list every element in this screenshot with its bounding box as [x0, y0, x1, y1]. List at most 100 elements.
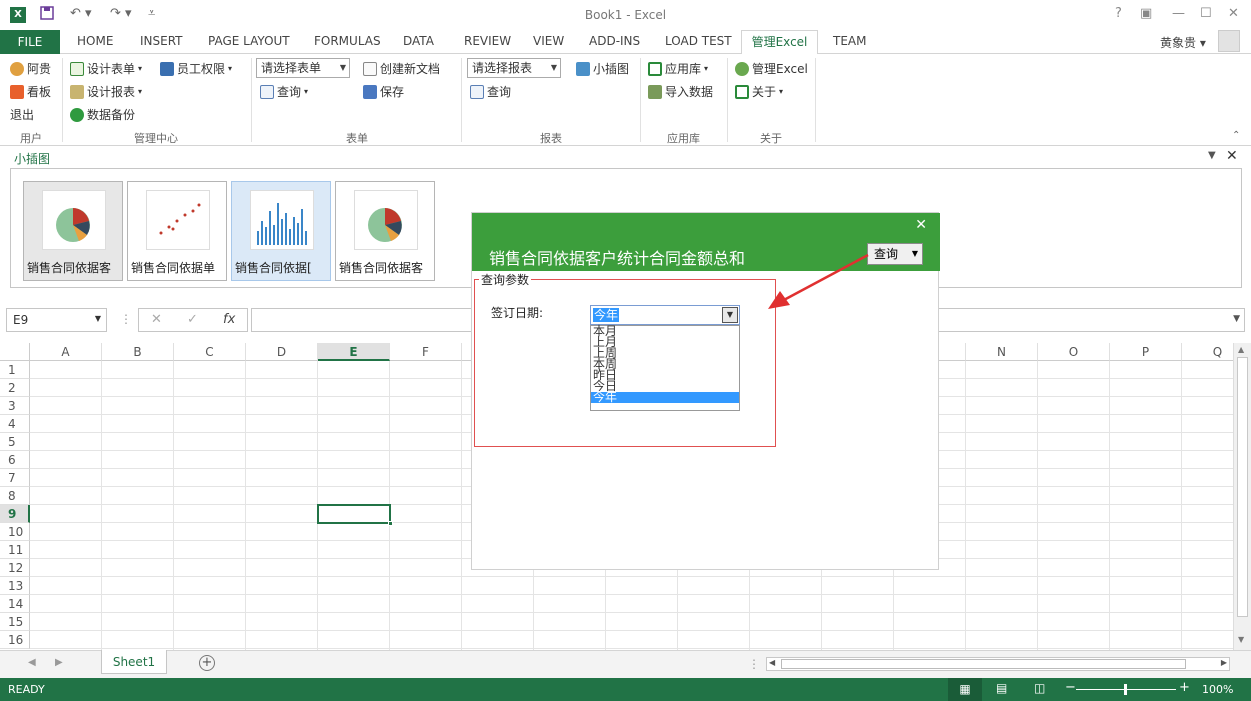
form-select[interactable]: 请选择表单 ▼	[256, 58, 350, 78]
row-header[interactable]: 16	[0, 631, 30, 649]
scroll-thumb[interactable]	[1237, 357, 1248, 617]
design-form-button[interactable]: 设计表单 ▾	[70, 60, 142, 77]
vertical-scrollbar[interactable]: ▲ ▼	[1233, 343, 1251, 650]
maximize-icon[interactable]: ☐	[1200, 6, 1212, 21]
zoom-slider-thumb[interactable]	[1124, 684, 1127, 695]
staff-permission-button[interactable]: 员工权限 ▾	[160, 60, 232, 77]
user-name[interactable]: 黄象贵 ▾	[1160, 34, 1206, 51]
column-header[interactable]: A	[30, 343, 102, 361]
tab-page-layout[interactable]: PAGE LAYOUT	[208, 34, 290, 48]
prev-sheet-icon[interactable]: ◀	[28, 657, 36, 668]
zoom-slider[interactable]	[1076, 684, 1176, 695]
close-icon[interactable]: ✕	[1228, 6, 1239, 21]
tab-formulas[interactable]: FORMULAS	[314, 34, 381, 48]
page-break-view-icon[interactable]: ◫	[1034, 681, 1045, 695]
new-document-button[interactable]: 创建新文档	[363, 60, 440, 77]
dropdown-arrow-icon[interactable]: ▼	[722, 307, 738, 323]
tab-load-test[interactable]: LOAD TEST	[665, 34, 732, 48]
column-header[interactable]: C	[174, 343, 246, 361]
row-header[interactable]: 1	[0, 361, 30, 379]
enter-icon[interactable]: ✓	[187, 312, 198, 327]
normal-view-icon[interactable]: ▦	[948, 678, 982, 701]
horizontal-scrollbar[interactable]: ◀ ▶	[766, 657, 1230, 671]
column-header[interactable]: O	[1038, 343, 1110, 361]
column-header[interactable]: F	[390, 343, 462, 361]
tab-insert[interactable]: INSERT	[140, 34, 183, 48]
user-agui-button[interactable]: 阿贵	[10, 60, 51, 77]
row-header[interactable]: 2	[0, 379, 30, 397]
sparkline-thumb[interactable]: 销售合同依据[	[231, 181, 331, 281]
sparkline-thumb[interactable]: 销售合同依据单	[127, 181, 227, 281]
task-pane-close-icon[interactable]: ✕	[1226, 148, 1238, 164]
insert-function-icon[interactable]: fx	[223, 312, 235, 327]
sign-date-select[interactable]: 今年 ▼	[590, 305, 740, 325]
logout-button[interactable]: 退出	[10, 106, 34, 123]
cancel-icon[interactable]: ✕	[151, 312, 162, 327]
tab-home[interactable]: HOME	[77, 34, 113, 48]
zoom-out-icon[interactable]: −	[1065, 680, 1076, 695]
tab-team[interactable]: TEAM	[833, 34, 866, 48]
form-query-button[interactable]: 查询 ▾	[260, 83, 308, 100]
tab-add-ins[interactable]: ADD-INS	[589, 34, 640, 48]
row-header[interactable]: 11	[0, 541, 30, 559]
row-header[interactable]: 12	[0, 559, 30, 577]
column-header[interactable]: N	[966, 343, 1038, 361]
collapse-ribbon-icon[interactable]: ⌃	[1232, 130, 1240, 141]
page-layout-view-icon[interactable]: ▤	[996, 681, 1007, 695]
date-option-selected[interactable]: 今年	[591, 391, 739, 403]
active-cell[interactable]	[317, 504, 393, 526]
row-header[interactable]: 10	[0, 523, 30, 541]
data-backup-button[interactable]: 数据备份	[70, 106, 135, 123]
expand-formula-icon[interactable]: ▼	[1233, 314, 1240, 324]
minimize-icon[interactable]: —	[1172, 6, 1185, 21]
sheet-tab[interactable]: Sheet1	[101, 650, 167, 674]
sparkline-thumb[interactable]: 销售合同依据客	[335, 181, 435, 281]
scroll-left-icon[interactable]: ◀	[769, 658, 775, 667]
tab-view[interactable]: VIEW	[533, 34, 564, 48]
zoom-level[interactable]: 100%	[1202, 683, 1233, 696]
dashboard-button[interactable]: 看板	[10, 83, 51, 100]
scroll-up-icon[interactable]: ▲	[1238, 345, 1244, 354]
task-pane-menu-icon[interactable]: ▼	[1208, 150, 1216, 161]
add-sheet-icon[interactable]: +	[199, 655, 215, 671]
tab-review[interactable]: REVIEW	[464, 34, 511, 48]
column-header[interactable]: P	[1110, 343, 1182, 361]
row-header[interactable]: 8	[0, 487, 30, 505]
row-header[interactable]: 15	[0, 613, 30, 631]
app-library-button[interactable]: 应用库 ▾	[648, 60, 708, 77]
row-header[interactable]: 14	[0, 595, 30, 613]
column-header[interactable]: E	[318, 343, 390, 361]
design-report-button[interactable]: 设计报表 ▾	[70, 83, 142, 100]
save-button[interactable]: 保存	[363, 83, 404, 100]
row-header[interactable]: 7	[0, 469, 30, 487]
row-header[interactable]: 5	[0, 433, 30, 451]
split-grip-icon[interactable]: ⋮	[748, 657, 760, 671]
scroll-down-icon[interactable]: ▼	[1238, 635, 1244, 644]
report-select[interactable]: 请选择报表 ▼	[467, 58, 561, 78]
row-header[interactable]: 6	[0, 451, 30, 469]
report-query-button[interactable]: 查询	[470, 83, 511, 100]
column-header[interactable]: Q	[1182, 343, 1233, 361]
dialog-close-icon[interactable]: ✕	[915, 217, 927, 233]
column-header[interactable]: B	[102, 343, 174, 361]
zoom-in-icon[interactable]: +	[1179, 680, 1190, 695]
column-header[interactable]: D	[246, 343, 318, 361]
next-sheet-icon[interactable]: ▶	[55, 657, 63, 668]
tab-data[interactable]: DATA	[403, 34, 434, 48]
sparkline-thumb[interactable]: 销售合同依据客	[23, 181, 123, 281]
help-icon[interactable]: ?	[1115, 6, 1122, 21]
fill-handle[interactable]	[388, 521, 393, 526]
sparkline-button[interactable]: 小插图	[576, 60, 629, 77]
avatar[interactable]	[1218, 30, 1240, 52]
select-all-corner[interactable]	[0, 343, 30, 361]
scroll-thumb[interactable]	[781, 659, 1186, 669]
tab-manage-excel[interactable]: 管理Excel	[741, 30, 818, 55]
tab-file[interactable]: FILE	[0, 30, 60, 54]
row-header[interactable]: 3	[0, 397, 30, 415]
scroll-right-icon[interactable]: ▶	[1221, 658, 1227, 667]
import-data-button[interactable]: 导入数据	[648, 83, 713, 100]
ribbon-display-icon[interactable]: ▣	[1140, 6, 1152, 21]
row-header[interactable]: 13	[0, 577, 30, 595]
manage-excel-button[interactable]: 管理Excel	[735, 60, 808, 77]
name-box[interactable]: E9 ▼	[6, 308, 107, 332]
